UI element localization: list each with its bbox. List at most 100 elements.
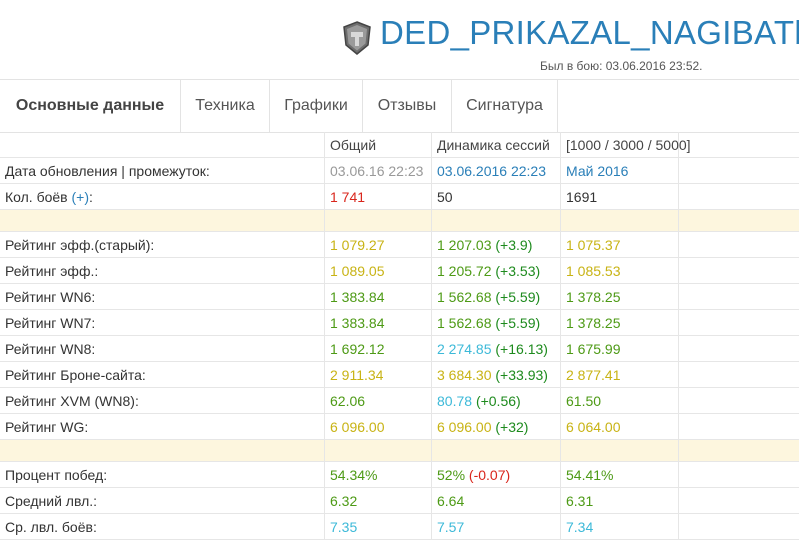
session-value: 80.78 <box>437 393 473 409</box>
tab-charts[interactable]: Графики <box>270 80 363 132</box>
row-label: Рейтинг WN6: <box>0 284 325 310</box>
row-label: Рейтинг эфф.: <box>0 258 325 284</box>
separator-cell <box>325 440 432 462</box>
profile-header: DED_PRIKAZAL_NAGIBATb Был в бою: 03.06.2… <box>0 0 799 80</box>
session-cell: 1 207.03 (+3.9) <box>432 232 561 258</box>
session-delta: (+5.59) <box>495 315 541 331</box>
table-row: Рейтинг XVM (WN8): 62.06 80.78 (+0.56) 61.5… <box>0 388 799 414</box>
month-value: 54.41% <box>561 462 679 488</box>
month-value: 1 378.25 <box>561 310 679 336</box>
battles-label: Кол. боёв <box>5 189 68 205</box>
month-link[interactable]: Май 2016 <box>561 158 679 184</box>
player-name: DED_PRIKAZAL_NAGIBATb <box>380 14 799 51</box>
session-cell: 2 274.85 (+16.13) <box>432 336 561 362</box>
total-value: 1 079.27 <box>325 232 432 258</box>
total-battles: 1 741 <box>325 184 432 210</box>
table-row: Ср. лвл. боёв: 7.35 7.57 7.34 <box>0 514 799 540</box>
session-cell: 1 205.72 (+3.53) <box>432 258 561 284</box>
session-cell: 80.78 (+0.56) <box>432 388 561 414</box>
total-value: 62.06 <box>325 388 432 414</box>
table-row: Рейтинг WG: 6 096.00 6 096.00 (+32) 6 064.0… <box>0 414 799 440</box>
session-value: 1 207.03 <box>437 237 492 253</box>
session-value: 7.57 <box>437 519 465 535</box>
month-value: 1 085.53 <box>561 258 679 284</box>
section-separator <box>0 440 799 462</box>
session-value: 3 684.30 <box>437 367 492 383</box>
month-value: 2 877.41 <box>561 362 679 388</box>
table-row: Средний лвл.: 6.32 6.64 6.31 <box>0 488 799 514</box>
update-date-row: Дата обновления | промежуток: 03.06.16 2… <box>0 158 799 184</box>
separator-cell <box>0 210 325 232</box>
session-value: 52% <box>437 467 466 483</box>
table-row: Рейтинг WN6: 1 383.84 1 562.68 (+5.59) 1 37… <box>0 284 799 310</box>
session-value: 2 274.85 <box>437 341 492 357</box>
month-battles: 1691 <box>561 184 679 210</box>
ratings-section: Рейтинг эфф.(старый): 1 079.27 1 207.03 (+… <box>0 232 799 440</box>
session-value: 1 205.72 <box>437 263 492 279</box>
row-label: Рейтинг WN8: <box>0 336 325 362</box>
period-selector-link[interactable]: [1000 / 3000 / 5000] <box>561 132 691 158</box>
month-value: 7.34 <box>561 514 679 540</box>
session-cell: 52% (-0.07) <box>432 462 561 488</box>
column-header-total: Общий <box>325 132 432 158</box>
table-row: Рейтинг эфф.(старый): 1 079.27 1 207.03 (+… <box>0 232 799 258</box>
row-label: Процент побед: <box>0 462 325 488</box>
session-delta: (+16.13) <box>495 341 548 357</box>
total-value: 54.34% <box>325 462 432 488</box>
session-value: 6 096.00 <box>437 419 492 435</box>
table-row: Рейтинг WN8: 1 692.12 2 274.85 (+16.13) 1 6… <box>0 336 799 362</box>
last-battle-time: Был в бою: 03.06.2016 23:52. <box>540 59 703 73</box>
month-value: 6 064.00 <box>561 414 679 440</box>
expand-battles-link[interactable]: (+) <box>72 189 90 205</box>
header-empty <box>0 132 325 158</box>
session-cell: 7.57 <box>432 514 561 540</box>
tab-vehicles[interactable]: Техника <box>181 80 270 132</box>
session-delta: (-0.07) <box>468 467 511 483</box>
total-value: 6 096.00 <box>325 414 432 440</box>
column-header-session: Динамика сессий <box>432 132 561 158</box>
table-row: Рейтинг Броне-сайта: 2 911.34 3 684.30 (+3… <box>0 362 799 388</box>
session-cell: 1 562.68 (+5.59) <box>432 284 561 310</box>
section-separator <box>0 210 799 232</box>
separator-cell <box>561 210 679 232</box>
total-value: 6.32 <box>325 488 432 514</box>
session-delta: (+33.93) <box>495 367 548 383</box>
session-value: 6.64 <box>437 493 465 509</box>
session-value: 1 562.68 <box>437 289 492 305</box>
month-value: 1 675.99 <box>561 336 679 362</box>
total-value: 1 383.84 <box>325 284 432 310</box>
tab-signature[interactable]: Сигнатура <box>452 80 558 132</box>
table-header-row: Общий Динамика сессий [1000 / 3000 / 500… <box>0 132 799 158</box>
total-value: 1 692.12 <box>325 336 432 362</box>
separator-cell <box>561 440 679 462</box>
total-value: 1 383.84 <box>325 310 432 336</box>
month-value: 1 075.37 <box>561 232 679 258</box>
session-delta: (+3.53) <box>495 263 541 279</box>
separator-cell <box>325 210 432 232</box>
separator-cell <box>432 440 561 462</box>
total-value: 2 911.34 <box>325 362 432 388</box>
session-delta: (+0.56) <box>475 393 521 409</box>
tab-reviews[interactable]: Отзывы <box>363 80 452 132</box>
stats-section: Процент побед: 54.34% 52% (-0.07) 54.41% Сре… <box>0 462 799 540</box>
total-value: 7.35 <box>325 514 432 540</box>
month-value: 1 378.25 <box>561 284 679 310</box>
table-row: Рейтинг эфф.: 1 089.05 1 205.72 (+3.53) 1 0… <box>0 258 799 284</box>
session-date-link[interactable]: 03.06.2016 22:23 <box>432 158 561 184</box>
row-label: Ср. лвл. боёв: <box>0 514 325 540</box>
table-row: Процент побед: 54.34% 52% (-0.07) 54.41% <box>0 462 799 488</box>
month-value: 61.50 <box>561 388 679 414</box>
profile-tabs: Основные данные Техника Графики Отзывы С… <box>0 79 799 133</box>
row-label: Дата обновления | промежуток: <box>0 158 325 184</box>
separator-cell <box>432 210 561 232</box>
battles-count-row: Кол. боёв (+): 1 741 50 1691 <box>0 184 799 210</box>
session-delta: (+3.9) <box>495 237 533 253</box>
month-value: 6.31 <box>561 488 679 514</box>
session-cell: 1 562.68 (+5.59) <box>432 310 561 336</box>
tab-main-data[interactable]: Основные данные <box>0 80 181 132</box>
row-label: Рейтинг Броне-сайта: <box>0 362 325 388</box>
row-label: Кол. боёв (+): <box>0 184 325 210</box>
session-cell: 6.64 <box>432 488 561 514</box>
total-value: 1 089.05 <box>325 258 432 284</box>
row-label: Рейтинг эфф.(старый): <box>0 232 325 258</box>
